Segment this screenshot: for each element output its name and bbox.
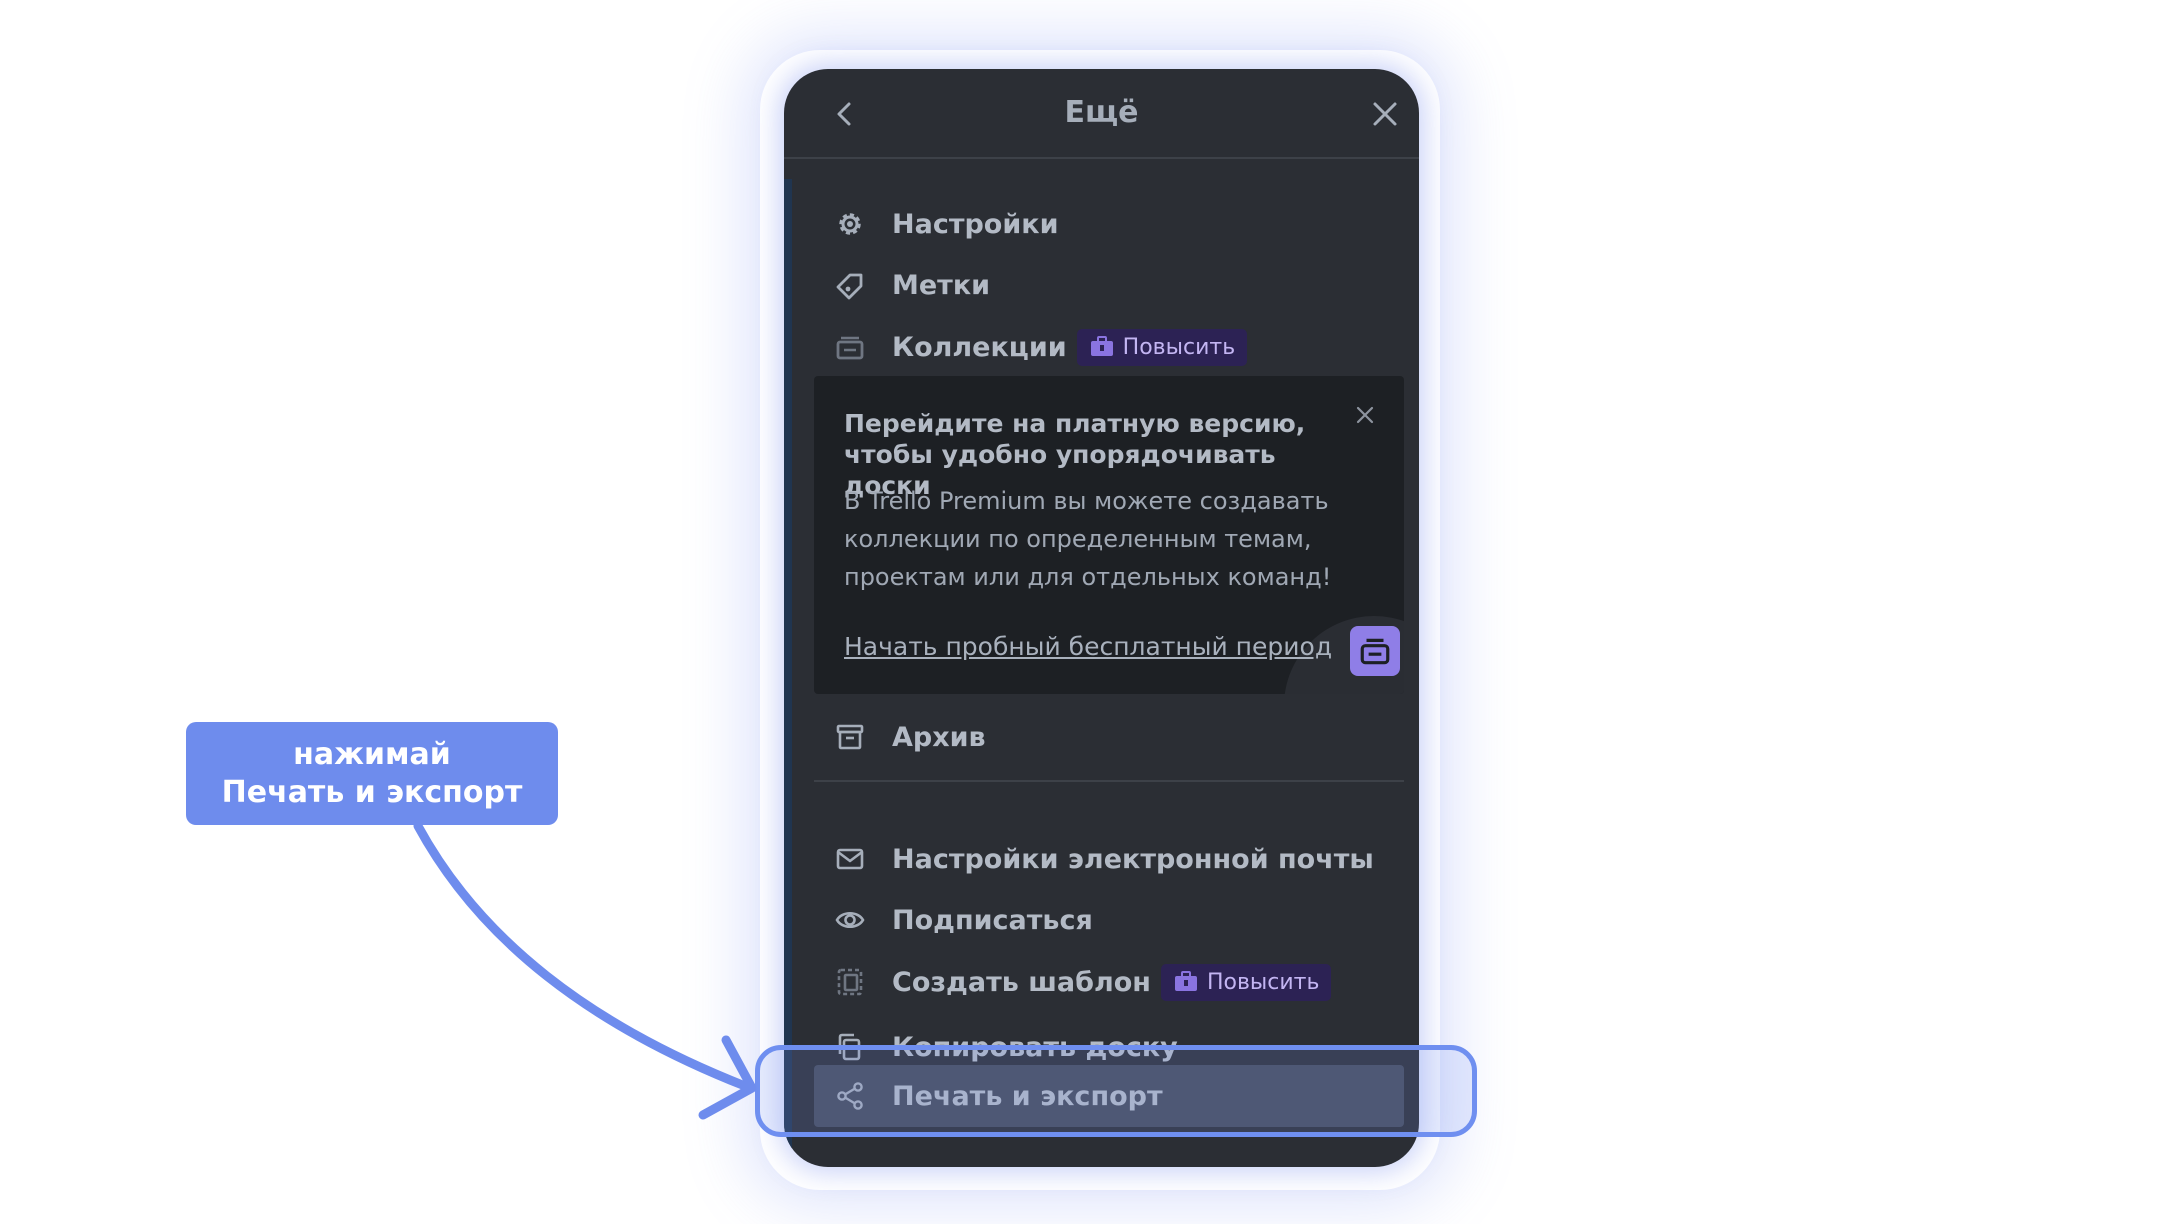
menu-item-label: Настройки электронной почты bbox=[892, 843, 1374, 875]
archive-icon bbox=[814, 719, 890, 755]
menu-item-labels[interactable]: Метки bbox=[814, 257, 1404, 313]
close-icon[interactable] bbox=[1370, 99, 1400, 129]
mail-icon bbox=[814, 841, 890, 877]
template-icon bbox=[814, 964, 890, 1000]
menu-item-archive[interactable]: Архив bbox=[814, 709, 1404, 765]
menu-item-label: Метки bbox=[892, 269, 991, 301]
more-menu-panel: Ещё Настройки Метки Коллекции Повысить П… bbox=[784, 69, 1419, 1167]
close-icon[interactable] bbox=[1354, 404, 1376, 426]
briefcase-icon bbox=[1174, 971, 1197, 991]
menu-item-label: Коллекции bbox=[892, 331, 1067, 363]
promo-text: В Trello Premium вы можете создавать кол… bbox=[844, 487, 1332, 591]
premium-promo-card: Перейдите на платную версию, чтобы удобн… bbox=[814, 376, 1404, 694]
menu-item-label: Подписаться bbox=[892, 904, 1093, 936]
menu-item-create-template[interactable]: Создать шаблон Повысить bbox=[814, 954, 1404, 1010]
panel-edge bbox=[784, 179, 792, 1167]
instruction-callout: нажимай Печать и экспорт bbox=[186, 722, 558, 825]
highlight-outline bbox=[755, 1045, 1477, 1137]
panel-title: Ещё bbox=[1064, 95, 1139, 130]
menu-item-collections[interactable]: Коллекции Повысить bbox=[814, 319, 1404, 375]
menu-item-email-settings[interactable]: Настройки электронной почты bbox=[814, 831, 1404, 887]
callout-line-1: нажимай bbox=[293, 736, 451, 772]
upgrade-badge-label: Повысить bbox=[1206, 969, 1320, 995]
callout-line-2: Печать и экспорт bbox=[221, 774, 523, 810]
eye-icon bbox=[814, 902, 890, 938]
menu-item-label: Создать шаблон bbox=[892, 966, 1151, 998]
menu-item-subscribe[interactable]: Подписаться bbox=[814, 892, 1404, 948]
menu-item-settings[interactable]: Настройки bbox=[814, 196, 1404, 252]
panel-header: Ещё bbox=[784, 69, 1419, 159]
upgrade-badge-label: Повысить bbox=[1122, 334, 1236, 360]
gear-icon bbox=[814, 206, 890, 242]
upgrade-badge[interactable]: Повысить bbox=[1160, 963, 1332, 1001]
start-trial-link[interactable]: Начать пробный бесплатный период bbox=[844, 632, 1332, 661]
tag-icon bbox=[814, 267, 890, 303]
collections-icon bbox=[814, 329, 890, 365]
menu-item-label: Архив bbox=[892, 721, 986, 753]
menu-item-label: Настройки bbox=[892, 208, 1059, 240]
briefcase-icon bbox=[1090, 336, 1113, 356]
section-divider bbox=[814, 780, 1404, 782]
upgrade-badge[interactable]: Повысить bbox=[1076, 328, 1248, 366]
collections-promo-icon bbox=[1350, 626, 1400, 676]
